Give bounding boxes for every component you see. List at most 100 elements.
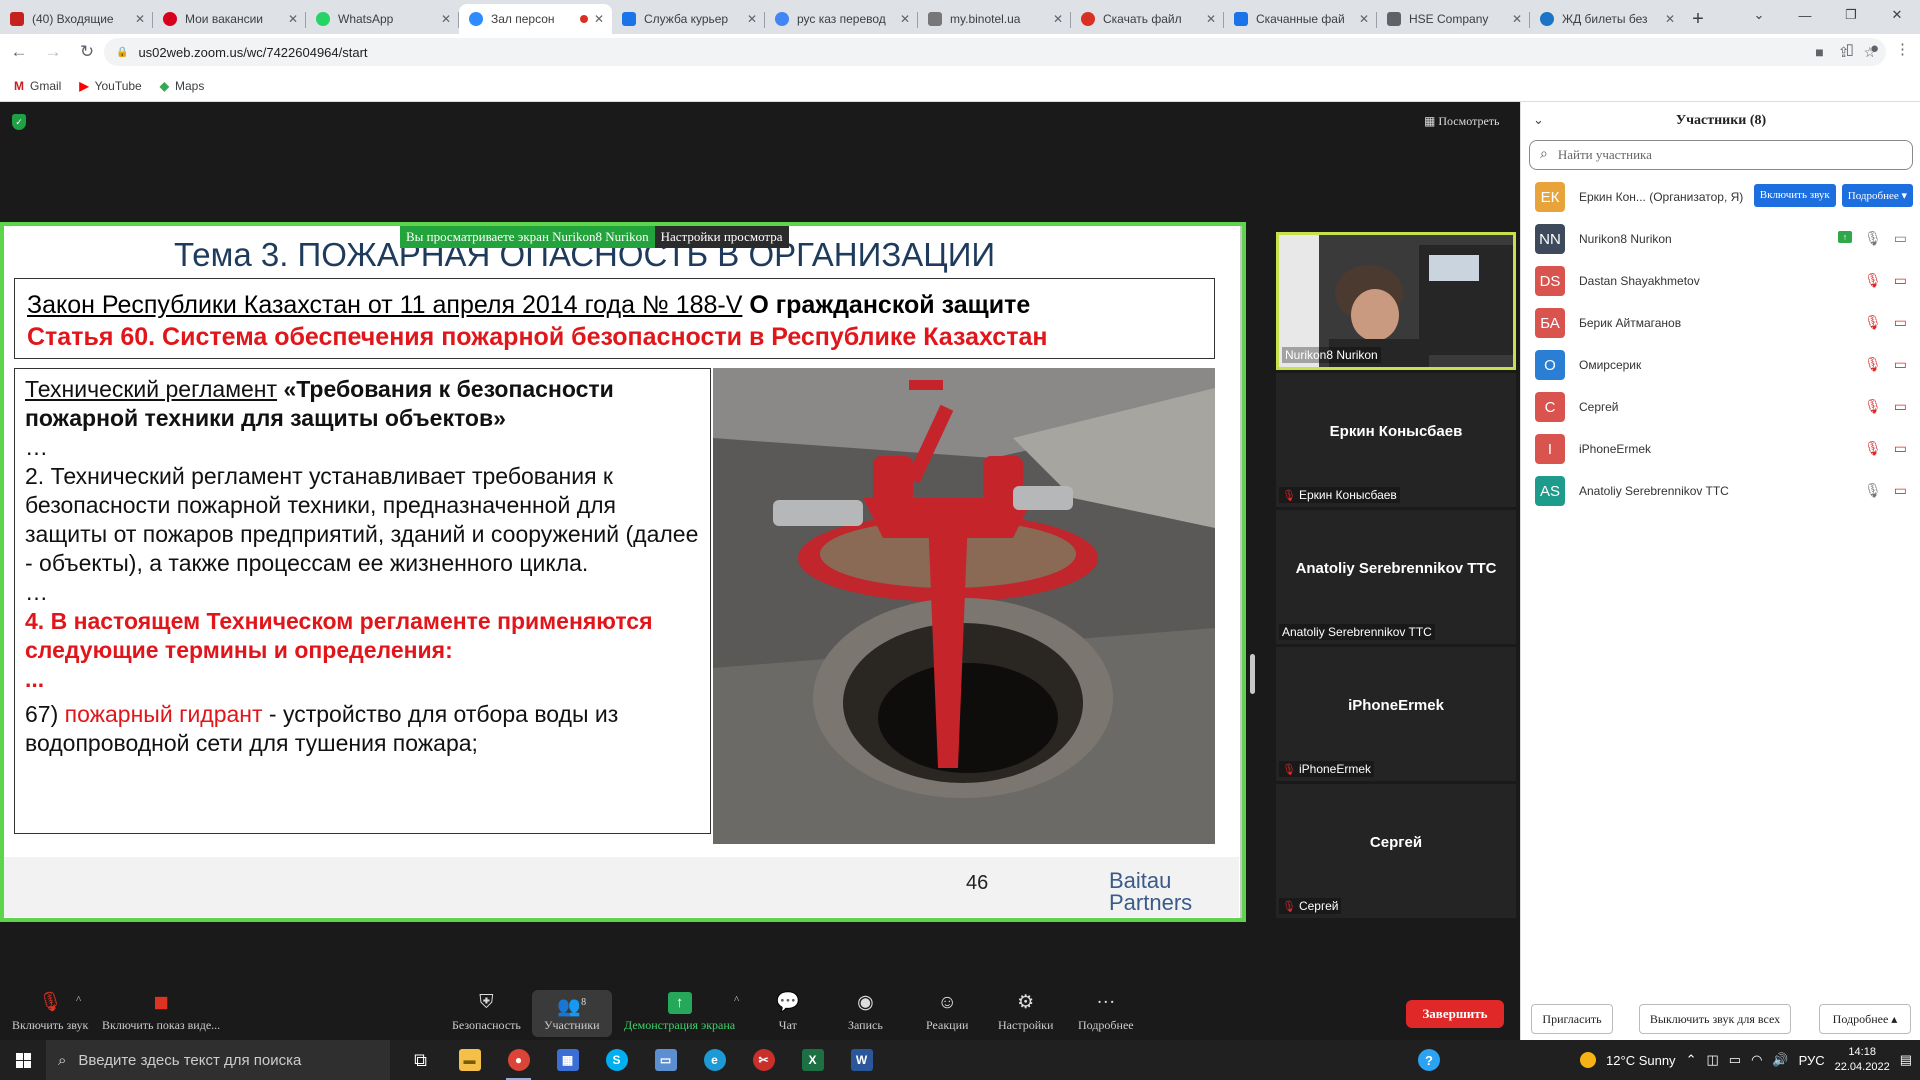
audio-options-chevron-icon[interactable]: ^ xyxy=(76,994,81,1006)
browser-tab[interactable]: Служба курьер ✕ xyxy=(612,4,765,34)
forward-icon[interactable]: → xyxy=(38,37,68,67)
browser-tab[interactable]: ЖД билеты без ✕ xyxy=(1530,4,1683,34)
browser-tab-active[interactable]: Зал персон ✕ xyxy=(459,4,612,34)
browser-tab[interactable]: WhatsApp ✕ xyxy=(306,4,459,34)
browser-tab[interactable]: my.binotel.ua ✕ xyxy=(918,4,1071,34)
security-button[interactable]: ⛨ Безопасность xyxy=(452,992,521,1033)
tab-close-icon[interactable]: ✕ xyxy=(441,12,451,26)
profile-avatar-icon[interactable]: ● xyxy=(1870,40,1879,58)
reactions-button[interactable]: ☺ Реакции xyxy=(926,992,968,1033)
mute-all-button[interactable]: Выключить звук для всех xyxy=(1639,1004,1791,1034)
skype-icon[interactable]: S xyxy=(592,1040,641,1080)
tab-close-icon[interactable]: ✕ xyxy=(900,12,910,26)
tab-search-icon[interactable]: ⌄ xyxy=(1736,0,1782,30)
calculator-icon[interactable]: ▦ xyxy=(543,1040,592,1080)
browser-tab[interactable]: HSE Company ✕ xyxy=(1377,4,1530,34)
side-panel-icon[interactable]: ▯ xyxy=(1846,40,1854,58)
url-bar[interactable]: 🔒 us02web.zoom.us/wc/7422604964/start ■ … xyxy=(104,38,1886,66)
start-button[interactable] xyxy=(0,1040,46,1080)
participant-row[interactable]: AS Anatoliy Serebrennikov TTC 🎙 ▭ xyxy=(1521,470,1920,512)
participant-row[interactable]: NN Nurikon8 Nurikon ↑ 🎙 ▭ xyxy=(1521,218,1920,260)
slide-scrollbar[interactable] xyxy=(1240,226,1242,918)
settings-button[interactable]: ⚙ Настройки xyxy=(998,992,1053,1033)
invite-button[interactable]: Пригласить xyxy=(1531,1004,1613,1034)
participant-row[interactable]: ЕК Еркин Кон... (Организатор, Я) Включит… xyxy=(1521,176,1920,218)
view-options-button[interactable]: ▦ Посмотреть xyxy=(1424,114,1500,129)
bookmark-gmail[interactable]: M Gmail xyxy=(14,79,61,93)
tab-close-icon[interactable]: ✕ xyxy=(1665,12,1675,26)
video-tile[interactable]: Еркин Конысбаев 🎙 Еркин Конысбаев xyxy=(1276,373,1516,507)
participant-row[interactable]: DS Dastan Shayakhmetov 🎙 ▭ xyxy=(1521,260,1920,302)
camera-tray-icon[interactable]: ◫ xyxy=(1706,1052,1718,1068)
browser-tab[interactable]: Мои вакансии ✕ xyxy=(153,4,306,34)
camera-icon[interactable]: ■ xyxy=(1815,44,1823,60)
chrome-icon[interactable]: ● xyxy=(494,1040,543,1080)
wifi-icon[interactable]: ◠ xyxy=(1751,1052,1762,1068)
browser-menu-icon[interactable]: ⋮ xyxy=(1895,40,1910,58)
clock[interactable]: 14:18 22.04.2022 xyxy=(1835,1045,1890,1075)
volume-icon[interactable]: 🔊 xyxy=(1772,1052,1788,1068)
participant-more-button[interactable]: Подробнее ▾ xyxy=(1841,184,1913,207)
bookmark-youtube[interactable]: ▶ YouTube xyxy=(79,79,141,93)
word-icon[interactable]: W xyxy=(837,1040,886,1080)
shared-screen[interactable]: Тема 3. ПОЖАРНАЯ ОПАСНОСТЬ В ОРГАНИЗАЦИИ… xyxy=(0,222,1246,922)
new-tab-button[interactable]: + xyxy=(1683,4,1713,34)
record-button[interactable]: ◉ Запись xyxy=(848,992,883,1033)
panel-more-button[interactable]: Подробнее ▴ xyxy=(1819,1004,1911,1034)
video-tile[interactable]: Anatoliy Serebrennikov TTC Anatoliy Sere… xyxy=(1276,510,1516,644)
restore-icon[interactable]: ❐ xyxy=(1828,0,1874,30)
participant-row[interactable]: С Сергей 🎙 ▭ xyxy=(1521,386,1920,428)
participants-button[interactable]: 👥8 Участники xyxy=(532,990,612,1037)
participant-search-input[interactable]: ⌕ Найти участника xyxy=(1529,140,1913,170)
scanner-icon[interactable]: ▭ xyxy=(641,1040,690,1080)
language-indicator[interactable]: РУС xyxy=(1799,1053,1825,1068)
battery-icon[interactable]: ▭ xyxy=(1729,1052,1741,1068)
minimize-icon[interactable]: — xyxy=(1782,0,1828,30)
excel-icon[interactable]: X xyxy=(788,1040,837,1080)
encryption-shield-icon[interactable]: ✓ xyxy=(12,114,26,130)
tab-close-icon[interactable]: ✕ xyxy=(288,12,298,26)
more-button[interactable]: ··· Подробнее xyxy=(1078,992,1134,1033)
browser-tab[interactable]: Скачанные фай ✕ xyxy=(1224,4,1377,34)
more-dots-icon: ··· xyxy=(1096,992,1116,1013)
video-tile[interactable]: iPhoneErmek 🎙 iPhoneErmek xyxy=(1276,647,1516,781)
edge-icon[interactable]: e xyxy=(690,1040,739,1080)
tab-close-icon[interactable]: ✕ xyxy=(1206,12,1216,26)
gallery-divider-handle[interactable] xyxy=(1250,654,1255,694)
unmute-self-button[interactable]: Включить звук xyxy=(1753,184,1836,207)
view-settings-button[interactable]: Настройки просмотра xyxy=(654,226,789,248)
end-meeting-button[interactable]: Завершить xyxy=(1406,1000,1504,1028)
video-tile[interactable]: Nurikon8 Nurikon xyxy=(1276,232,1516,370)
snipping-tool-icon[interactable]: ✂ xyxy=(739,1040,788,1080)
share-screen-button[interactable]: ↑ Демонстрация экрана xyxy=(624,992,735,1033)
tab-close-icon[interactable]: ✕ xyxy=(1053,12,1063,26)
tab-close-icon[interactable]: ✕ xyxy=(1359,12,1369,26)
weather-label[interactable]: 12°C Sunny xyxy=(1606,1053,1676,1068)
help-icon[interactable]: ? xyxy=(1418,1049,1440,1071)
back-icon[interactable]: ← xyxy=(4,37,34,67)
participant-row[interactable]: I iPhoneErmek 🎙 ▭ xyxy=(1521,428,1920,470)
bookmark-maps[interactable]: ◆ Maps xyxy=(160,79,205,93)
tab-close-icon[interactable]: ✕ xyxy=(135,12,145,26)
taskbar-search-input[interactable]: ⌕ Введите здесь текст для поиска xyxy=(46,1040,390,1080)
chat-button[interactable]: 💬 Чат xyxy=(776,992,800,1033)
participant-row[interactable]: БА Берик Айтмаганов 🎙 ▭ xyxy=(1521,302,1920,344)
browser-tab[interactable]: Скачать файл ✕ xyxy=(1071,4,1224,34)
share-options-chevron-icon[interactable]: ^ xyxy=(734,994,739,1006)
reload-icon[interactable]: ↻ xyxy=(72,37,102,67)
participant-display-name: iPhoneErmek xyxy=(1348,697,1444,714)
start-video-button[interactable]: ◼ Включить показ виде... xyxy=(102,992,220,1033)
tab-close-icon[interactable]: ✕ xyxy=(747,12,757,26)
video-tile[interactable]: Сергей 🎙 Сергей xyxy=(1276,784,1516,918)
task-view-icon[interactable]: ⧉ xyxy=(396,1040,445,1080)
file-explorer-icon[interactable]: ▬ xyxy=(445,1040,494,1080)
notifications-icon[interactable]: ▤ xyxy=(1900,1052,1912,1068)
browser-tab[interactable]: рус каз перевод ✕ xyxy=(765,4,918,34)
participant-row[interactable]: О Омирсерик 🎙 ▭ xyxy=(1521,344,1920,386)
tab-close-icon[interactable]: ✕ xyxy=(1512,12,1522,26)
participants-panel-title: Участники (8) xyxy=(1675,113,1767,128)
tray-chevron-icon[interactable]: ⌃ xyxy=(1686,1052,1697,1068)
tab-close-icon[interactable]: ✕ xyxy=(594,12,604,26)
close-window-icon[interactable]: ✕ xyxy=(1874,0,1920,30)
browser-tab[interactable]: (40) Входящие ✕ xyxy=(0,4,153,34)
